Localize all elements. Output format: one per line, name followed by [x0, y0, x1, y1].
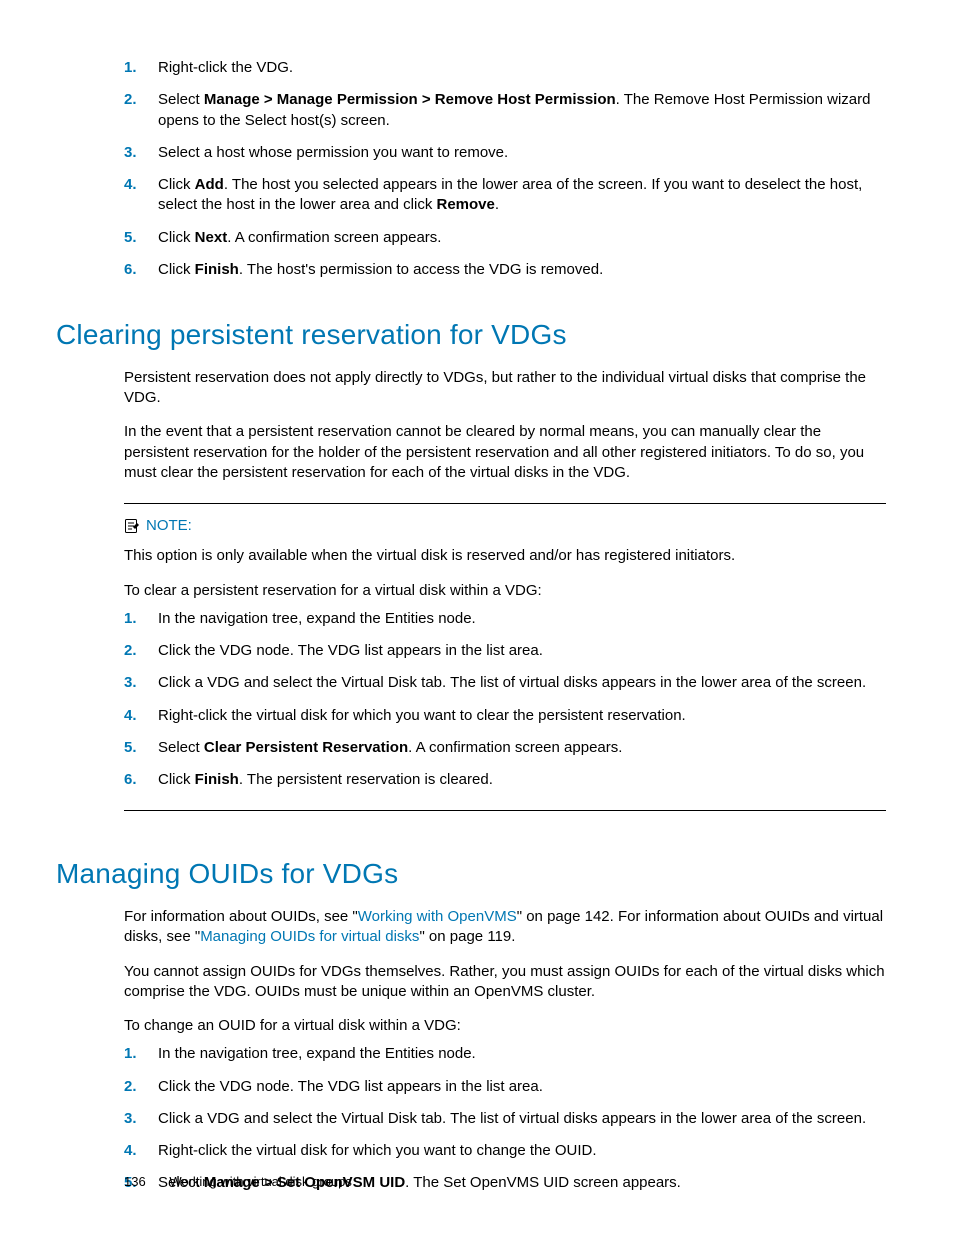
section-body: Persistent reservation does not apply di…	[124, 368, 886, 812]
list-item-text: Click a VDG and select the Virtual Disk …	[158, 673, 886, 693]
list-item: 1.In the navigation tree, expand the Ent…	[124, 609, 886, 629]
ordered-list: 1.In the navigation tree, expand the Ent…	[124, 1044, 886, 1193]
procedure-remove-host-permission: 1.Right-click the VDG.2.Select Manage > …	[124, 58, 886, 280]
heading-managing-ouids: Managing OUIDs for VDGs	[56, 855, 886, 893]
paragraph: Persistent reservation does not apply di…	[124, 368, 886, 409]
divider	[124, 810, 886, 811]
list-item-text: Click the VDG node. The VDG list appears…	[158, 1077, 886, 1097]
list-item-number: 1.	[124, 609, 158, 629]
note-icon	[124, 518, 140, 534]
list-item-text: Right-click the virtual disk for which y…	[158, 706, 886, 726]
list-item-number: 2.	[124, 1077, 158, 1097]
list-item-number: 4.	[124, 175, 158, 216]
list-item: 4.Right-click the virtual disk for which…	[124, 1141, 886, 1161]
chapter-title: Working with virtual disk groups	[169, 1174, 352, 1189]
paragraph: For information about OUIDs, see "Workin…	[124, 907, 886, 948]
section-body: For information about OUIDs, see "Workin…	[124, 907, 886, 1194]
list-item-number: 6.	[124, 260, 158, 280]
page-footer: 136 Working with virtual disk groups	[124, 1173, 352, 1191]
list-item: 6.Click Finish. The host's permission to…	[124, 260, 886, 280]
list-item: 2.Click the VDG node. The VDG list appea…	[124, 641, 886, 661]
list-item-number: 1.	[124, 1044, 158, 1064]
note-text: This option is only available when the v…	[124, 546, 886, 566]
list-item: 5.Select Clear Persistent Reservation. A…	[124, 738, 886, 758]
list-item-number: 6.	[124, 770, 158, 790]
list-item-text: Click a VDG and select the Virtual Disk …	[158, 1109, 886, 1129]
ordered-list: 1.In the navigation tree, expand the Ent…	[124, 609, 886, 791]
paragraph: In the event that a persistent reservati…	[124, 422, 886, 483]
list-item-text: In the navigation tree, expand the Entit…	[158, 609, 886, 629]
list-item-number: 5.	[124, 228, 158, 248]
list-item: 3.Click a VDG and select the Virtual Dis…	[124, 673, 886, 693]
list-item-text: Select Clear Persistent Reservation. A c…	[158, 738, 886, 758]
list-item-text: Click Next. A confirmation screen appear…	[158, 228, 886, 248]
list-item-text: Click the VDG node. The VDG list appears…	[158, 641, 886, 661]
note-label: NOTE:	[146, 516, 192, 536]
list-item-number: 1.	[124, 58, 158, 78]
lead-text: To change an OUID for a virtual disk wit…	[124, 1016, 886, 1036]
divider	[124, 503, 886, 504]
list-item: 2.Click the VDG node. The VDG list appea…	[124, 1077, 886, 1097]
list-item-number: 3.	[124, 1109, 158, 1129]
list-item-number: 4.	[124, 1141, 158, 1161]
page: 1.Right-click the VDG.2.Select Manage > …	[0, 0, 954, 1235]
heading-clearing-persistent-reservation: Clearing persistent reservation for VDGs	[56, 316, 886, 354]
ordered-list: 1.Right-click the VDG.2.Select Manage > …	[124, 58, 886, 280]
list-item-text: Right-click the virtual disk for which y…	[158, 1141, 886, 1161]
list-item: 2.Select Manage > Manage Permission > Re…	[124, 90, 886, 131]
list-item: 4.Right-click the virtual disk for which…	[124, 706, 886, 726]
list-item-number: 2.	[124, 641, 158, 661]
list-item-number: 5.	[124, 738, 158, 758]
list-item-text: Select Manage > Manage Permission > Remo…	[158, 90, 886, 131]
list-item: 3.Select a host whose permission you wan…	[124, 143, 886, 163]
list-item: 6.Click Finish. The persistent reservati…	[124, 770, 886, 790]
list-item-text: Right-click the VDG.	[158, 58, 886, 78]
list-item-text: Select a host whose permission you want …	[158, 143, 886, 163]
list-item-text: Click Finish. The host's permission to a…	[158, 260, 886, 280]
lead-text: To clear a persistent reservation for a …	[124, 581, 886, 601]
list-item-number: 3.	[124, 143, 158, 163]
list-item: 4.Click Add. The host you selected appea…	[124, 175, 886, 216]
paragraph: You cannot assign OUIDs for VDGs themsel…	[124, 962, 886, 1003]
list-item-text: In the navigation tree, expand the Entit…	[158, 1044, 886, 1064]
note-header: NOTE:	[124, 516, 886, 536]
list-item: 5.Click Next. A confirmation screen appe…	[124, 228, 886, 248]
list-item-number: 2.	[124, 90, 158, 131]
page-number: 136	[124, 1174, 146, 1189]
list-item-number: 3.	[124, 673, 158, 693]
list-item-text: Click Finish. The persistent reservation…	[158, 770, 886, 790]
list-item-text: Click Add. The host you selected appears…	[158, 175, 886, 216]
list-item-number: 4.	[124, 706, 158, 726]
list-item: 3.Click a VDG and select the Virtual Dis…	[124, 1109, 886, 1129]
list-item: 1.Right-click the VDG.	[124, 58, 886, 78]
list-item: 1.In the navigation tree, expand the Ent…	[124, 1044, 886, 1064]
